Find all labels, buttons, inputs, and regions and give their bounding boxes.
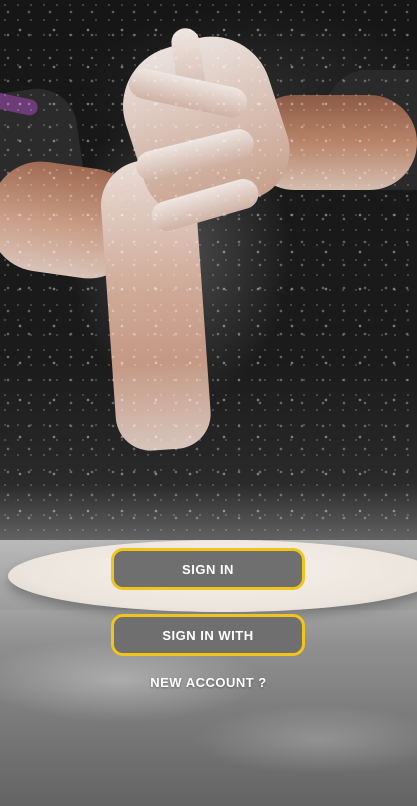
flour-dust xyxy=(0,0,417,560)
sign-in-with-button[interactable]: SIGN IN WITH xyxy=(111,614,305,656)
sign-in-button[interactable]: SIGN IN xyxy=(111,548,305,590)
welcome-screen: SIGN IN SIGN IN WITH NEW ACCOUNT ? xyxy=(0,0,417,806)
new-account-link[interactable]: NEW ACCOUNT ? xyxy=(0,675,417,690)
